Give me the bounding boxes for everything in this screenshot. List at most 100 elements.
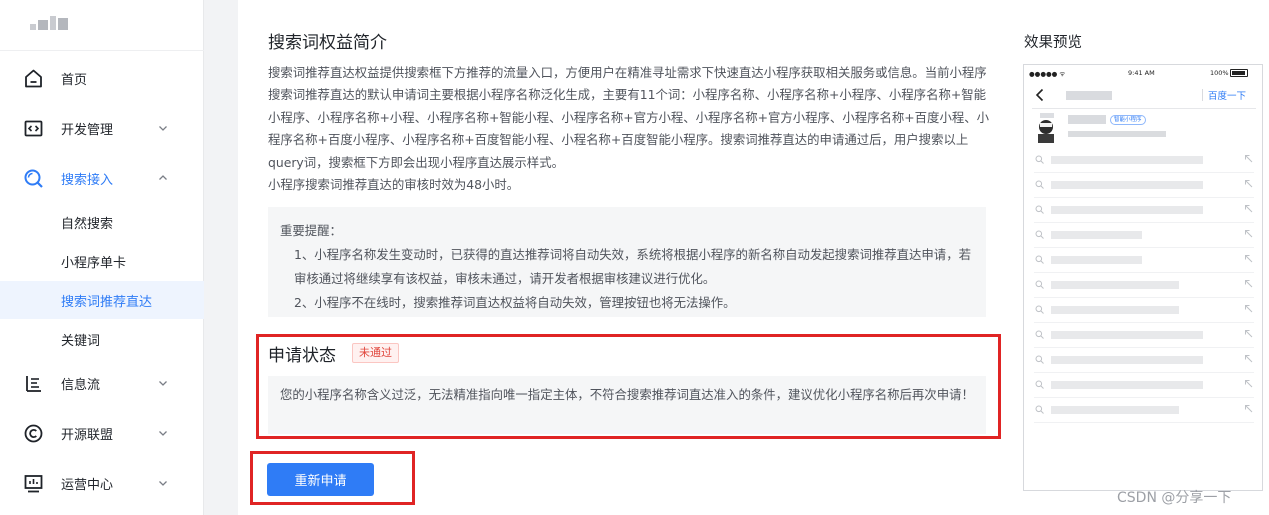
baidu-search-link: 百度一下 (1208, 91, 1247, 102)
chevron-down-icon (159, 431, 167, 436)
sidebar-item-home[interactable]: 首页 (0, 58, 204, 98)
back-arrow-icon (1035, 88, 1044, 102)
sidebar-item-label: 开发管理 (61, 122, 114, 138)
home-icon (25, 69, 42, 88)
intro-text: 搜索词推荐直达权益提供搜索框下方推荐的流量入口，方便用户在精准寻址需求下快速直达… (268, 62, 990, 196)
watermark: CSDN @分享一下 (1117, 490, 1232, 506)
search-icon (1035, 280, 1044, 289)
arrow-up-left-icon (1245, 255, 1253, 263)
suggestion-row (1034, 224, 1254, 248)
chevron-down-icon (159, 126, 167, 131)
search-icon (1035, 405, 1044, 414)
phone-search-bar: 百度一下 (1032, 83, 1256, 109)
search-icon (1035, 180, 1044, 189)
arrow-up-left-icon (1245, 230, 1253, 238)
suggestion-placeholder (1051, 281, 1179, 289)
signal-indicator: ●●●●● ᯤ (1029, 70, 1066, 78)
arrow-up-left-icon (1245, 355, 1253, 363)
sidebar-divider (0, 50, 204, 51)
suggestion-row (1034, 174, 1254, 198)
suggestion-row (1034, 149, 1254, 173)
sidebar-subitem-keywords[interactable]: 关键词 (0, 320, 204, 358)
suggestion-placeholder (1051, 356, 1203, 364)
phone-preview: ●●●●● ᯤ 9:41 AM 100% 百度一下 智能小程序 (1023, 64, 1263, 491)
copyright-icon (24, 424, 43, 443)
phone-time: 9:41 AM (1128, 69, 1155, 77)
notice-title: 重要提醒： (280, 223, 342, 238)
arrow-up-left-icon (1245, 155, 1253, 163)
search-icon (1035, 305, 1044, 314)
suggestion-placeholder (1051, 306, 1179, 314)
suggestion-row (1034, 299, 1254, 323)
mini-program-avatar (1038, 113, 1054, 143)
search-icon (1035, 205, 1044, 214)
suggestion-row (1034, 374, 1254, 398)
sidebar-subitem-label: 自然搜索 (61, 216, 114, 232)
sidebar-subitem-natural-search[interactable]: 自然搜索 (0, 203, 204, 241)
sidebar-subitem-label: 搜索词推荐直达 (61, 294, 153, 310)
notice-item: 2、小程序不在线时，搜索推荐词直达权益将自动失效，管理按钮也将无法操作。 (294, 295, 736, 310)
sidebar-item-label: 首页 (61, 72, 88, 88)
search-icon (1035, 380, 1044, 389)
status-title: 申请状态 (268, 346, 336, 366)
sidebar-subitem-label: 关键词 (61, 333, 101, 349)
mini-program-badge: 智能小程序 (1110, 115, 1146, 125)
suggestion-placeholder (1051, 331, 1203, 339)
battery-icon (1230, 69, 1248, 77)
suggestion-placeholder (1051, 381, 1203, 389)
sidebar-item-label: 搜索接入 (61, 172, 114, 188)
suggestion-row (1034, 274, 1254, 298)
chevron-down-icon (159, 381, 167, 386)
suggestion-placeholder (1051, 231, 1142, 239)
sidebar-item-search-access[interactable]: 搜索接入 (0, 158, 204, 198)
mini-program-card: 智能小程序 (1036, 113, 1256, 145)
sidebar-subitem-search-word-direct[interactable]: 搜索词推荐直达 (0, 281, 204, 319)
arrow-up-left-icon (1245, 330, 1253, 338)
search-icon (1035, 155, 1044, 164)
section-title: 搜索词权益简介 (268, 33, 387, 53)
sidebar-item-operation-center[interactable]: 运营中心 (0, 463, 204, 503)
arrow-up-left-icon (1245, 205, 1253, 213)
main-panel: 搜索词权益简介 搜索词推荐直达权益提供搜索框下方推荐的流量入口，方便用户在精准寻… (238, 0, 1269, 515)
notice-item: 1、小程序名称发生变动时，已获得的直达推荐词将自动失效，系统将根据小程序的新名称… (294, 247, 971, 286)
reapply-button[interactable]: 重新申请 (267, 463, 374, 496)
sidebar-item-open-source-alliance[interactable]: 开源联盟 (0, 413, 204, 453)
sidebar-item-info-feed[interactable]: 信息流 (0, 363, 204, 403)
suggestion-row (1034, 324, 1254, 348)
search-icon (1035, 330, 1044, 339)
query-placeholder (1066, 91, 1112, 100)
battery-level: 100% (1210, 69, 1229, 77)
suggestion-placeholder (1051, 156, 1203, 164)
sidebar-subitem-label: 小程序单卡 (61, 255, 127, 271)
arrow-up-left-icon (1245, 380, 1253, 388)
separator (1202, 89, 1203, 101)
search-icon (24, 169, 43, 188)
logo (30, 16, 70, 34)
suggestion-row (1034, 199, 1254, 223)
suggestion-placeholder (1051, 206, 1203, 214)
intro-paragraph: 搜索词推荐直达权益提供搜索框下方推荐的流量入口，方便用户在精准寻址需求下快速直达… (268, 65, 990, 170)
sidebar-item-dev-management[interactable]: 开发管理 (0, 108, 204, 148)
suggestion-placeholder (1051, 181, 1203, 189)
suggestion-placeholder (1051, 406, 1179, 414)
chart-icon (24, 475, 43, 493)
code-icon (24, 120, 43, 137)
chevron-down-icon (159, 481, 167, 486)
preview-title: 效果预览 (1024, 35, 1082, 51)
suggestion-row (1034, 349, 1254, 373)
suggestion-row (1034, 399, 1254, 423)
suggestion-placeholder (1051, 256, 1142, 264)
description-placeholder (1068, 131, 1166, 137)
important-notice: 重要提醒： 1、小程序名称发生变动时，已获得的直达推荐词将自动失效，系统将根据小… (268, 207, 986, 317)
sidebar: 首页 开发管理 搜索接入 自然搜索 小程序单卡 搜索词推荐直达 关键词 信息流 … (0, 0, 204, 515)
sidebar-item-label: 信息流 (61, 377, 101, 393)
sidebar-subitem-mini-program-card[interactable]: 小程序单卡 (0, 242, 204, 280)
sidebar-item-label: 运营中心 (61, 477, 114, 493)
arrow-up-left-icon (1245, 405, 1253, 413)
search-icon (1035, 230, 1044, 239)
arrow-up-left-icon (1245, 180, 1253, 188)
mini-program-name-placeholder (1068, 115, 1106, 124)
feed-icon (26, 376, 41, 392)
arrow-up-left-icon (1245, 280, 1253, 288)
status-badge: 未通过 (352, 343, 399, 363)
